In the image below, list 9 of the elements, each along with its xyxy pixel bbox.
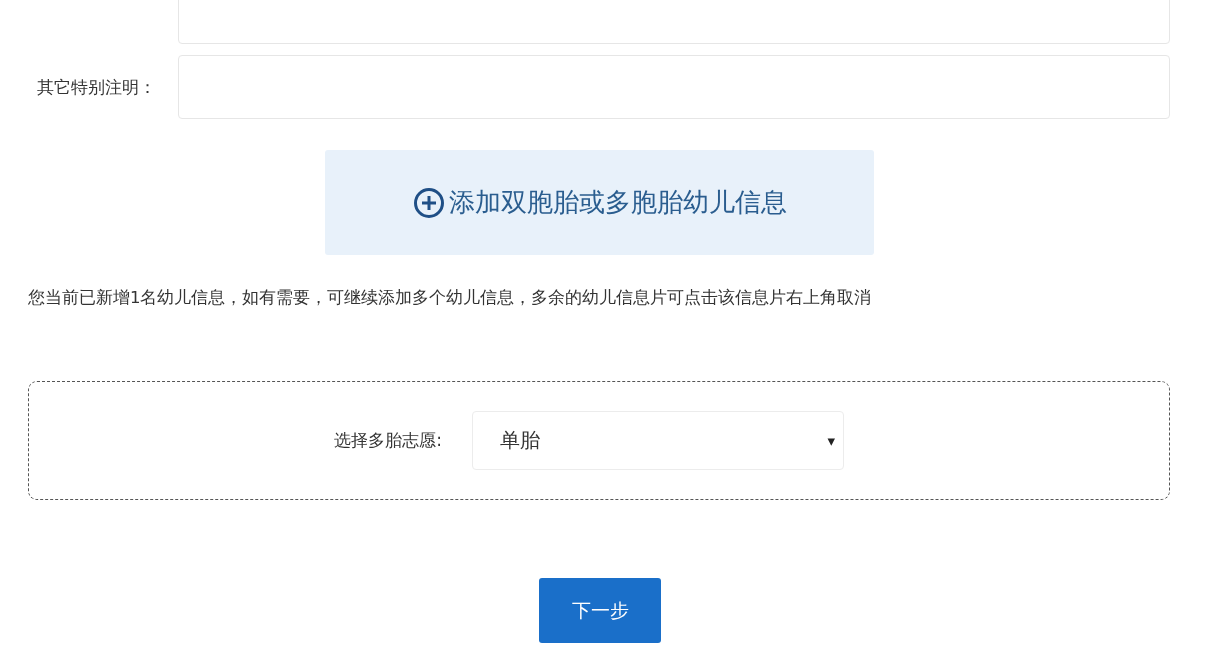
plus-circle-icon [412,186,445,219]
notice-text: 您当前已新增1名幼儿信息，如有需要，可继续添加多个幼儿信息，多余的幼儿信息片可点击该信息片右上角取消 [28,287,873,309]
next-button[interactable]: 下一步 [539,578,661,643]
caret-icon: ▾ [827,431,835,450]
add-button[interactable]: 添加双胞胎或多胞胎幼儿信息 [325,150,874,255]
input-field[interactable] [178,55,1170,119]
multi-birth-select[interactable]: 单胎 ▾ [472,411,844,470]
select-label: 选择多胎志愿: [333,429,443,452]
field-label: 其它特别注明： [36,76,157,99]
